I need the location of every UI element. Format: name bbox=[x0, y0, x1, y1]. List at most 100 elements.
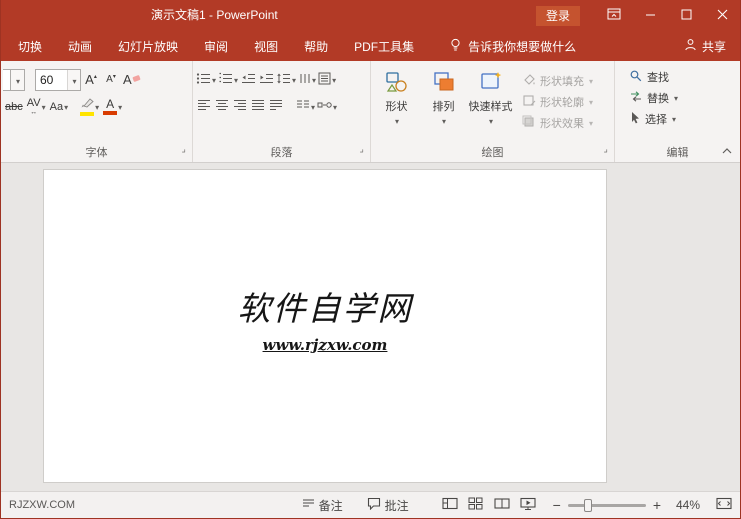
align-right-icon bbox=[233, 99, 247, 114]
change-case-button[interactable]: Aa bbox=[48, 96, 70, 118]
tab-review[interactable]: 审阅 bbox=[191, 31, 241, 61]
strikethrough-letters: abc bbox=[5, 101, 23, 113]
paint-bucket-icon bbox=[522, 73, 536, 89]
find-button[interactable]: 查找 bbox=[629, 69, 738, 85]
tab-view[interactable]: 视图 bbox=[241, 31, 291, 61]
slideshow-view-button[interactable] bbox=[515, 494, 541, 516]
zoom-in-button[interactable]: + bbox=[653, 497, 661, 513]
slide-canvas[interactable]: 软件自学网 www.rjzxw.com bbox=[43, 169, 607, 483]
select-button[interactable]: 选择 bbox=[629, 111, 738, 127]
align-left-icon bbox=[197, 99, 211, 114]
chevron-down-icon bbox=[331, 74, 336, 86]
chevron-down-icon bbox=[394, 115, 399, 127]
comments-label: 批注 bbox=[385, 497, 409, 514]
clear-formatting-button[interactable]: A bbox=[121, 69, 143, 91]
shape-format-commands: 形状填充 形状轮廓 形状效果 bbox=[514, 66, 593, 146]
close-button[interactable] bbox=[704, 0, 740, 31]
outline-pencil-icon bbox=[522, 94, 536, 110]
chevron-down-icon bbox=[671, 113, 676, 125]
tab-slideshow[interactable]: 幻灯片放映 bbox=[105, 31, 191, 61]
minimize-button[interactable] bbox=[632, 0, 668, 31]
person-icon bbox=[684, 38, 697, 54]
font-size-dropdown[interactable] bbox=[67, 70, 80, 90]
fit-slide-to-window-button[interactable] bbox=[716, 497, 732, 513]
font-color-button[interactable]: A bbox=[101, 96, 124, 118]
drawing-dialog-launcher[interactable] bbox=[599, 146, 612, 159]
cursor-icon bbox=[629, 111, 641, 127]
tell-me-box[interactable]: 告诉我你想要做什么 bbox=[441, 31, 584, 61]
shapes-button[interactable]: 形状 bbox=[373, 66, 420, 146]
chevron-down-icon bbox=[332, 101, 337, 113]
slide-editing-area[interactable]: 软件自学网 www.rjzxw.com bbox=[1, 163, 740, 491]
maximize-button[interactable] bbox=[668, 0, 704, 31]
shape-fill-label: 形状填充 bbox=[540, 73, 584, 89]
strikethrough-button[interactable]: abc bbox=[3, 96, 25, 118]
arrange-icon bbox=[432, 70, 456, 97]
minimize-icon bbox=[645, 8, 656, 23]
normal-view-button[interactable] bbox=[437, 494, 463, 516]
comments-toggle-button[interactable]: 批注 bbox=[367, 497, 409, 514]
line-spacing-button[interactable] bbox=[275, 69, 297, 91]
slideshow-icon bbox=[520, 497, 536, 514]
font-dialog-launcher[interactable] bbox=[177, 146, 190, 159]
tab-animations[interactable]: 动画 bbox=[55, 31, 105, 61]
character-spacing-button[interactable]: AV ↔ bbox=[25, 96, 48, 118]
align-left-button[interactable] bbox=[195, 96, 213, 118]
shape-effects-button[interactable]: 形状效果 bbox=[522, 115, 593, 131]
zoom-slider-track[interactable] bbox=[568, 504, 646, 507]
shape-fill-button[interactable]: 形状填充 bbox=[522, 73, 593, 89]
replace-button[interactable]: 替换 bbox=[629, 90, 738, 106]
decrease-indent-button[interactable] bbox=[239, 69, 257, 91]
bullets-button[interactable] bbox=[195, 69, 217, 91]
distribute-icon bbox=[269, 99, 283, 114]
sign-in-button[interactable]: 登录 bbox=[536, 6, 580, 26]
tab-transitions[interactable]: 切换 bbox=[5, 31, 55, 61]
paragraph-dialog-launcher[interactable] bbox=[355, 146, 368, 159]
tab-pdf-tools[interactable]: PDF工具集 bbox=[341, 31, 427, 61]
grow-font-button[interactable]: A bbox=[81, 69, 101, 91]
shrink-font-letter: A bbox=[106, 74, 113, 85]
numbering-button[interactable] bbox=[217, 69, 239, 91]
increase-indent-button[interactable] bbox=[257, 69, 275, 91]
arrange-button[interactable]: 排列 bbox=[420, 66, 467, 146]
distribute-button[interactable] bbox=[267, 96, 285, 118]
reading-view-button[interactable] bbox=[489, 494, 515, 516]
status-bar: RJZXW.COM 备注 批注 bbox=[1, 491, 740, 518]
replace-label: 替换 bbox=[647, 90, 669, 106]
quick-styles-button[interactable]: 快速样式 bbox=[467, 66, 514, 146]
align-right-button[interactable] bbox=[231, 96, 249, 118]
ribbon-display-options-button[interactable] bbox=[596, 0, 632, 31]
zoom-controls: − + 44% bbox=[553, 497, 732, 513]
paragraph-row-2 bbox=[195, 93, 368, 120]
notes-label: 备注 bbox=[319, 497, 343, 514]
tab-help[interactable]: 帮助 bbox=[291, 31, 341, 61]
zoom-percentage[interactable]: 44% bbox=[668, 498, 700, 512]
slide-title-text[interactable]: 软件自学网 bbox=[44, 282, 606, 330]
font-size-combo[interactable]: 60 bbox=[35, 69, 81, 91]
bullet-list-icon bbox=[196, 72, 211, 88]
align-center-button[interactable] bbox=[213, 96, 231, 118]
align-text-button[interactable] bbox=[317, 69, 337, 91]
chevron-down-icon bbox=[211, 74, 216, 86]
text-highlight-button[interactable] bbox=[78, 96, 101, 118]
fit-to-window-icon bbox=[716, 498, 732, 513]
title-bar: 演示文稿1 - PowerPoint 登录 bbox=[1, 0, 740, 31]
notes-toggle-button[interactable]: 备注 bbox=[302, 497, 343, 514]
zoom-slider-thumb[interactable] bbox=[584, 499, 592, 512]
zoom-out-button[interactable]: − bbox=[553, 497, 561, 513]
share-button[interactable]: 共享 bbox=[670, 31, 740, 61]
shape-outline-button[interactable]: 形状轮廓 bbox=[522, 94, 593, 110]
find-label: 查找 bbox=[647, 69, 669, 85]
text-direction-button[interactable] bbox=[297, 69, 317, 91]
collapse-ribbon-button[interactable] bbox=[721, 143, 733, 158]
slide-subtitle-url[interactable]: www.rjzxw.com bbox=[44, 336, 606, 354]
columns-button[interactable] bbox=[295, 96, 316, 118]
justify-button[interactable] bbox=[249, 96, 267, 118]
slide-sorter-view-button[interactable] bbox=[463, 494, 489, 516]
font-name-combo[interactable] bbox=[3, 69, 11, 91]
font-color-bar bbox=[103, 111, 117, 115]
shrink-font-button[interactable]: A bbox=[101, 69, 121, 91]
comment-bubble-icon bbox=[367, 497, 381, 513]
convert-to-smartart-button[interactable] bbox=[316, 96, 338, 118]
font-name-dropdown[interactable] bbox=[11, 69, 25, 91]
